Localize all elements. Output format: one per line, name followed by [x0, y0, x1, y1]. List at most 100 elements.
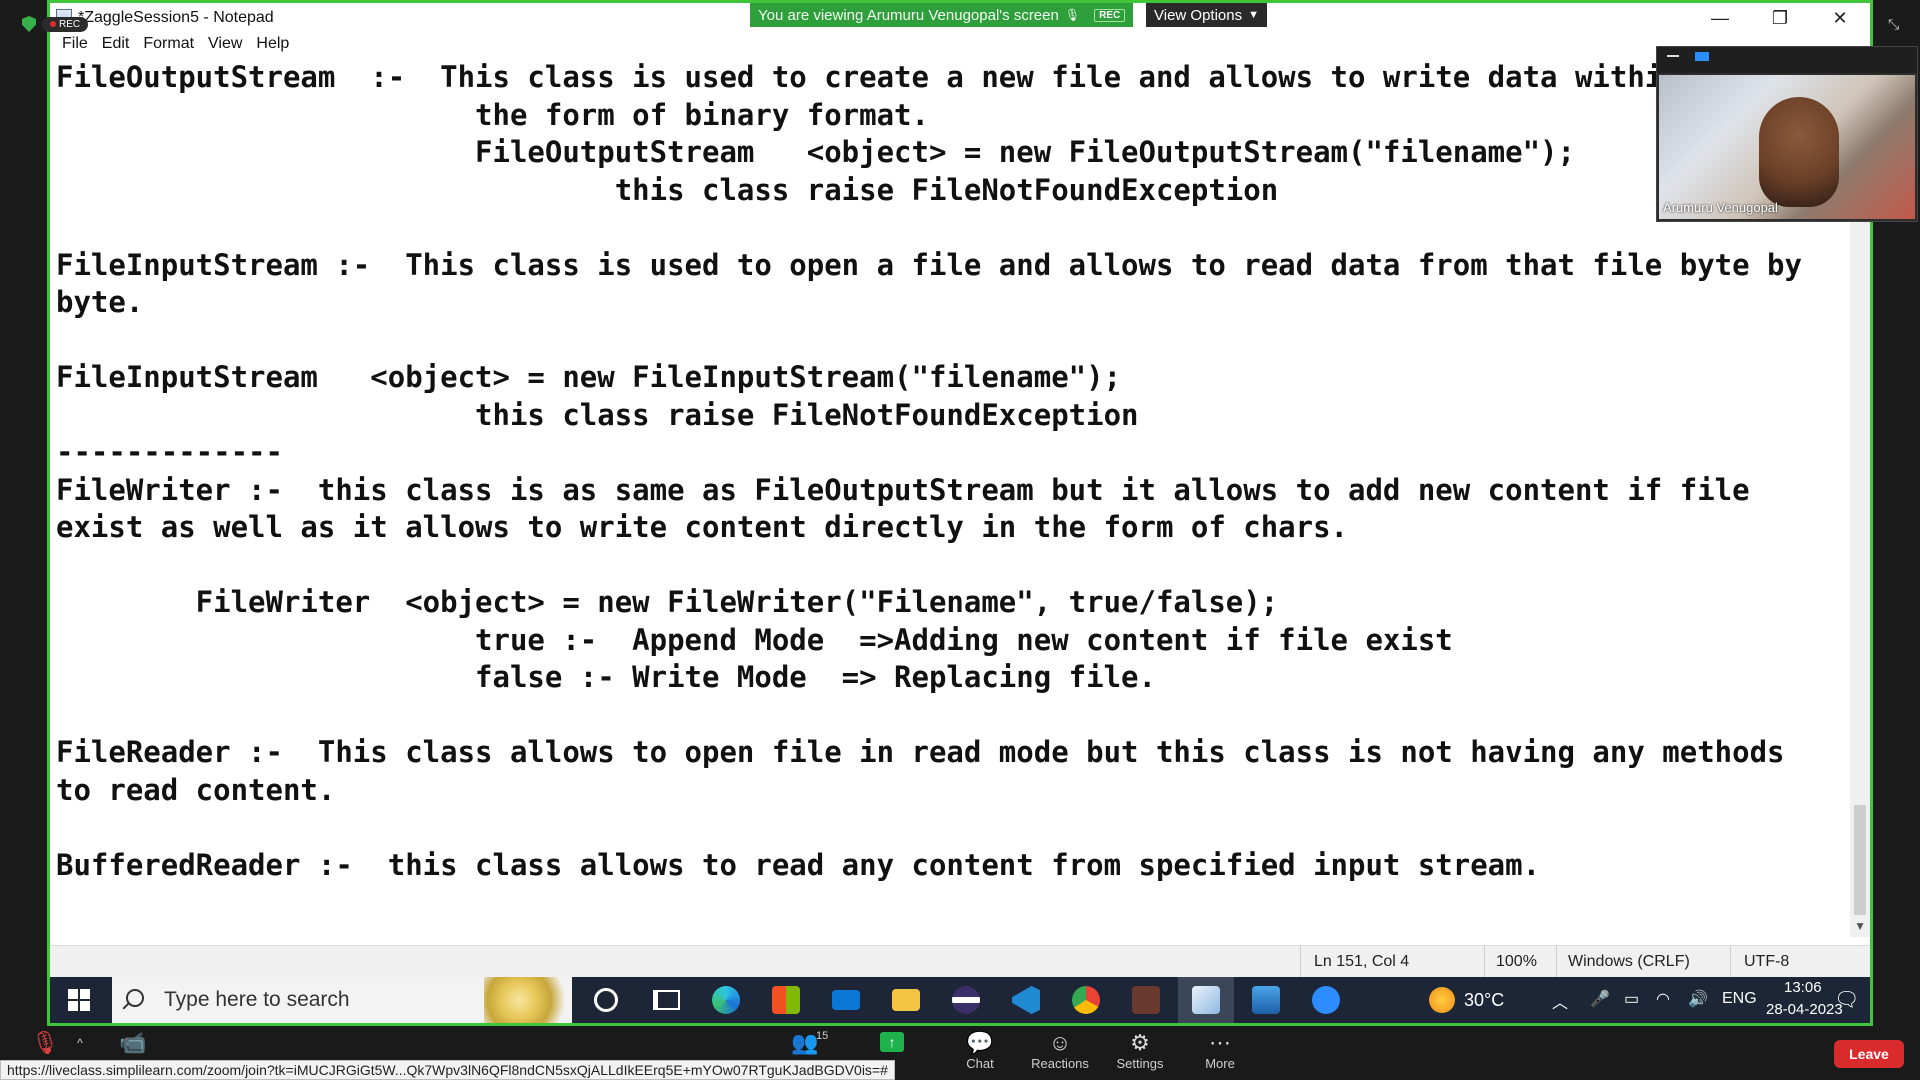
status-separator	[1556, 946, 1557, 978]
speaker-face	[1759, 97, 1839, 207]
editor-line: to read content.	[56, 772, 336, 807]
editor-line: exist as well as it allows to write cont…	[56, 510, 1349, 544]
clock-time[interactable]: 13:06	[1784, 979, 1822, 996]
shared-screen: *ZaggleSession5 - Notepad — ❐ ✕ You are …	[47, 0, 1873, 1026]
share-banner: You are viewing Arumuru Venugopal's scre…	[750, 3, 1134, 27]
chat-button[interactable]: 💬 Chat	[945, 1030, 1015, 1076]
minimize-video-icon[interactable]	[1667, 55, 1679, 57]
editor-line: byte.	[56, 285, 144, 319]
banner-rec-badge: REC	[1094, 8, 1126, 22]
view-options-label: View Options	[1154, 6, 1243, 24]
reactions-icon: ☺	[1048, 1030, 1072, 1055]
close-button[interactable]: ✕	[1810, 3, 1870, 33]
mail-icon[interactable]	[818, 977, 874, 1023]
chat-icon: 💬	[966, 1030, 994, 1055]
speaker-name: Arumuru Venugopal	[1663, 200, 1778, 215]
restore-icon: ❐	[1771, 7, 1789, 28]
editor-line: false :- Write Mode => Replacing file.	[56, 660, 1156, 694]
shield-icon	[22, 16, 36, 32]
vscode-icon[interactable]	[998, 977, 1054, 1023]
chevron-up-icon[interactable]: ︿	[1552, 989, 1568, 1013]
file-explorer-icon[interactable]	[878, 977, 934, 1023]
recording-indicator: REC	[22, 16, 89, 32]
rec-dot-icon	[50, 21, 56, 27]
scroll-thumb[interactable]	[1854, 805, 1866, 915]
mic-off-icon: 🎙	[31, 1030, 59, 1055]
menu-format[interactable]: Format	[137, 33, 202, 57]
editor-line: BufferedReader :- this class allows to r…	[56, 847, 1541, 882]
eclipse-icon[interactable]	[938, 977, 994, 1023]
start-button[interactable]	[50, 977, 108, 1023]
zoom-icon[interactable]	[1298, 977, 1354, 1023]
line-ending: Windows (CRLF)	[1568, 953, 1690, 970]
wifi-icon[interactable]: ◠	[1656, 989, 1670, 1009]
menu-bar: File Edit Format View Help	[50, 33, 1870, 57]
taskbar-search[interactable]: Type here to search	[112, 977, 572, 1023]
more-button[interactable]: ⋯ More	[1185, 1030, 1255, 1076]
reactions-label: Reactions	[1031, 1056, 1089, 1071]
participants-icon: 👥	[791, 1030, 819, 1055]
encoding: UTF-8	[1744, 953, 1790, 970]
speaker-video-tile[interactable]: Arumuru Venugopal	[1656, 46, 1918, 222]
text-editor[interactable]: FileOutputStream :- This class is used t…	[50, 57, 1856, 937]
store-icon[interactable]	[758, 977, 814, 1023]
editor-line: FileInputStream <object> = new FileInput…	[56, 360, 1122, 394]
menu-help[interactable]: Help	[250, 33, 297, 57]
edge-icon[interactable]	[698, 977, 754, 1023]
settings-button[interactable]: ⚙ Settings	[1105, 1030, 1175, 1076]
language-indicator[interactable]: ENG	[1722, 990, 1757, 1008]
minimize-button[interactable]: —	[1690, 3, 1750, 33]
share-banner-text: You are viewing Arumuru Venugopal's scre…	[758, 6, 1059, 24]
scroll-down-icon[interactable]: ▼	[1854, 919, 1866, 933]
menu-file[interactable]: File	[56, 33, 96, 57]
video-view-icon[interactable]	[1695, 52, 1709, 61]
minimize-icon: —	[1711, 7, 1729, 28]
view-options-button[interactable]: View Options ▼	[1146, 3, 1267, 27]
search-placeholder: Type here to search	[164, 988, 350, 1011]
tile-toolbar	[1657, 47, 1917, 73]
editor-line: FileInputStream :- This class is used to…	[56, 247, 1802, 282]
settings-label: Settings	[1116, 1056, 1164, 1071]
more-label: More	[1205, 1056, 1235, 1071]
battery-icon[interactable]: ▭	[1624, 989, 1639, 1009]
restore-button[interactable]: ❐	[1750, 3, 1810, 33]
menu-edit[interactable]: Edit	[96, 33, 138, 57]
status-bar: Ln 151, Col 4 100% Windows (CRLF) UTF-8	[50, 945, 1870, 978]
editor-line: -------------	[56, 435, 283, 469]
editor-line: FileWriter <object> = new FileWriter("Fi…	[56, 585, 1279, 619]
microphone-icon[interactable]: 🎤	[1590, 989, 1610, 1009]
zoom-level: 100%	[1496, 953, 1537, 970]
editor-line: the form of binary format.	[56, 97, 929, 132]
chrome-icon[interactable]	[1058, 977, 1114, 1023]
editor-line: FileWriter :- this class is as same as F…	[56, 472, 1750, 507]
more-icon: ⋯	[1209, 1030, 1231, 1055]
chevron-up-icon: ^	[77, 1036, 83, 1050]
mic-muted-icon: 🎙	[1064, 8, 1081, 22]
editor-line: FileOutputStream <object> = new FileOutp…	[56, 135, 1575, 169]
reactions-button[interactable]: ☺ Reactions	[1025, 1030, 1095, 1076]
status-url: https://liveclass.simplilearn.com/zoom/j…	[0, 1060, 895, 1080]
game-icon[interactable]	[1118, 977, 1174, 1023]
rec-label: REC	[59, 18, 81, 30]
editor-line: FileReader :- This class allows to open …	[56, 735, 1785, 769]
notepad-icon[interactable]	[1178, 977, 1234, 1023]
volume-icon[interactable]: 🔊	[1688, 989, 1708, 1009]
weather-icon[interactable]	[1414, 977, 1470, 1023]
menu-view[interactable]: View	[202, 33, 250, 57]
status-separator	[1300, 946, 1301, 978]
cortana-icon[interactable]	[578, 977, 634, 1023]
leave-button[interactable]: Leave	[1834, 1040, 1904, 1068]
weather-temp[interactable]: 30°C	[1464, 990, 1504, 1011]
photos-icon[interactable]	[1238, 977, 1294, 1023]
task-view-icon[interactable]	[638, 977, 694, 1023]
editor-text: FileOutputStream :- This class is used t…	[56, 59, 1802, 884]
search-icon	[126, 989, 144, 1007]
clock-date[interactable]: 28-04-2023	[1766, 1001, 1843, 1018]
notifications-icon[interactable]: 🗨	[1834, 987, 1859, 1012]
exit-fullscreen-icon[interactable]: ⤡	[1888, 16, 1902, 32]
status-separator	[1484, 946, 1485, 978]
